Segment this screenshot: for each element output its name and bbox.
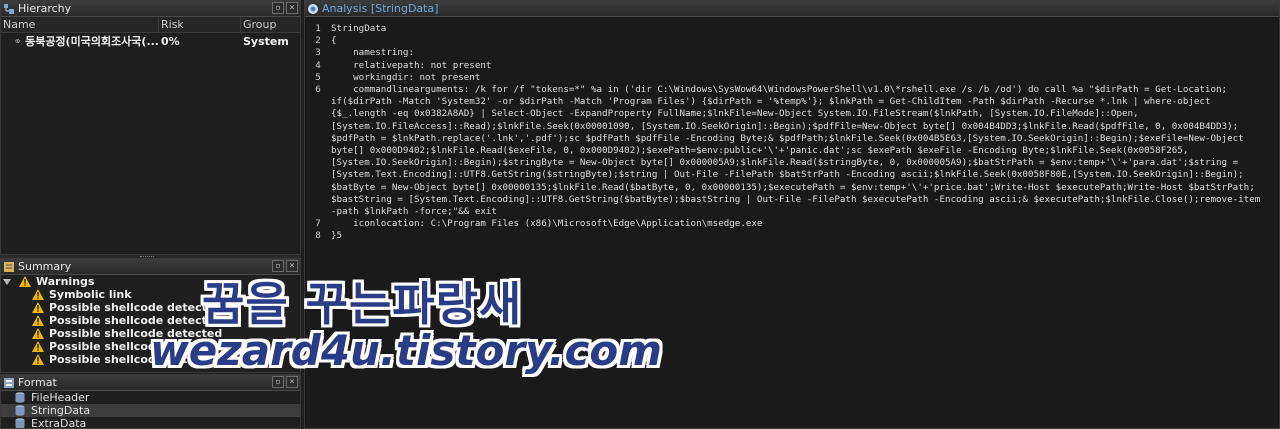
warning-icon xyxy=(32,328,44,339)
format-item-label: FileHeader xyxy=(31,391,90,404)
format-titlebar: Format ▫ × xyxy=(1,375,300,391)
hierarchy-row-group: System xyxy=(243,34,289,48)
hierarchy-row[interactable]: 동북공정(미국의회조사국(... 0% System xyxy=(1,33,300,49)
code-line: [System.IO.SeekOrigin]::Begin);$stringBy… xyxy=(331,157,1239,169)
close-icon[interactable]: × xyxy=(286,2,298,14)
code-line: [System.Text.Encoding]::UTF8.GetString($… xyxy=(331,169,1244,181)
code-line: commandlinearguments: /k for /f "tokens=… xyxy=(331,84,1228,95)
column-risk[interactable]: Risk xyxy=(159,17,241,32)
warning-icon xyxy=(32,315,44,326)
code-line: {$_.length -eq 0x0382A8AD} | Select-Obje… xyxy=(331,108,1139,120)
line-number: 6 xyxy=(315,84,321,95)
code-line: namestring: xyxy=(331,47,414,59)
line-number: 2 xyxy=(315,35,321,47)
warning-icon xyxy=(32,354,44,365)
summary-title: Summary xyxy=(18,260,72,273)
hierarchy-icon xyxy=(4,3,14,14)
code-line: $batByte = New-Object byte[] 0x00000135;… xyxy=(331,181,1255,193)
hierarchy-title: Hierarchy xyxy=(18,2,72,15)
database-icon xyxy=(15,405,25,416)
hierarchy-titlebar: Hierarchy ▫ × xyxy=(1,1,300,17)
code-line: iconlocation: C:\Program Files (x86)\Mic… xyxy=(331,218,763,230)
code-line: if($dirPath -Match 'System32' -or $dirPa… xyxy=(331,96,1211,108)
database-icon xyxy=(15,392,25,403)
summary-icon xyxy=(4,261,14,272)
line-number: 7 xyxy=(315,218,321,230)
code-line: }5 xyxy=(331,230,343,242)
format-panel: Format ▫ × FileHeader StringData ExtraDa… xyxy=(0,374,301,429)
warning-icon xyxy=(19,276,31,287)
summary-item-label: Symbolic link xyxy=(49,288,132,301)
expand-icon[interactable] xyxy=(3,278,11,285)
hierarchy-panel: Hierarchy ▫ × Name Risk Group 동북공정(미국의회조… xyxy=(0,0,301,255)
format-item-label: StringData xyxy=(31,404,91,417)
restore-icon[interactable]: ▫ xyxy=(272,376,284,388)
column-group[interactable]: Group xyxy=(241,17,300,32)
warnings-label: Warnings xyxy=(36,275,95,288)
code-line: StringData xyxy=(331,23,387,34)
line-number: 4 xyxy=(315,59,321,71)
format-item-fileheader[interactable]: FileHeader xyxy=(1,391,300,404)
warning-icon xyxy=(32,341,44,352)
database-icon xyxy=(15,418,25,428)
hierarchy-row-name: 동북공정(미국의회조사국(... xyxy=(25,35,159,48)
code-line: byte[] 0x000D9402;$lnkFile.Read($exeFile… xyxy=(331,145,1189,156)
watermark-url: wezard4u.tistory.com xyxy=(150,326,663,375)
analysis-titlebar: Analysis [StringData] xyxy=(305,1,1279,17)
format-item-stringdata[interactable]: StringData xyxy=(1,404,300,417)
line-number: 8 xyxy=(315,230,321,242)
line-number: 5 xyxy=(315,71,321,83)
analysis-title: Analysis [StringData] xyxy=(322,2,439,15)
warning-icon xyxy=(32,302,44,313)
line-number: 3 xyxy=(315,47,321,59)
code-line: { xyxy=(331,35,337,47)
watermark-title: 꿈을 꾸는파랑새 xyxy=(202,277,523,331)
format-item-label: ExtraData xyxy=(31,417,87,429)
code-line: -path $lnkPath -force;"&& exit xyxy=(331,206,497,217)
format-item-extradata[interactable]: ExtraData xyxy=(1,417,300,429)
code-line: $bastString = [System.Text.Encoding]::UT… xyxy=(331,193,1261,205)
analysis-icon xyxy=(308,3,318,14)
code-line: $pdfPath = $lnkPath.replace('.lnk','.pdf… xyxy=(331,132,1244,144)
warning-icon xyxy=(32,289,44,300)
summary-item-label: Possible shellcode detected xyxy=(49,301,223,314)
code-line: relativepath: not present xyxy=(331,59,492,71)
line-number: 1 xyxy=(315,23,321,34)
format-title: Format xyxy=(18,376,57,389)
gear-icon xyxy=(15,38,20,44)
code-line: workingdir: not present xyxy=(331,71,481,83)
restore-icon[interactable]: ▫ xyxy=(272,2,284,14)
hierarchy-row-risk: 0% xyxy=(161,34,180,48)
hierarchy-column-header: Name Risk Group xyxy=(1,17,300,33)
close-icon[interactable]: × xyxy=(286,376,298,388)
column-name[interactable]: Name xyxy=(1,17,159,32)
code-line: [System.IO.FileAccess]::Read);$lnkFile.S… xyxy=(331,120,1239,132)
format-icon xyxy=(4,377,14,388)
